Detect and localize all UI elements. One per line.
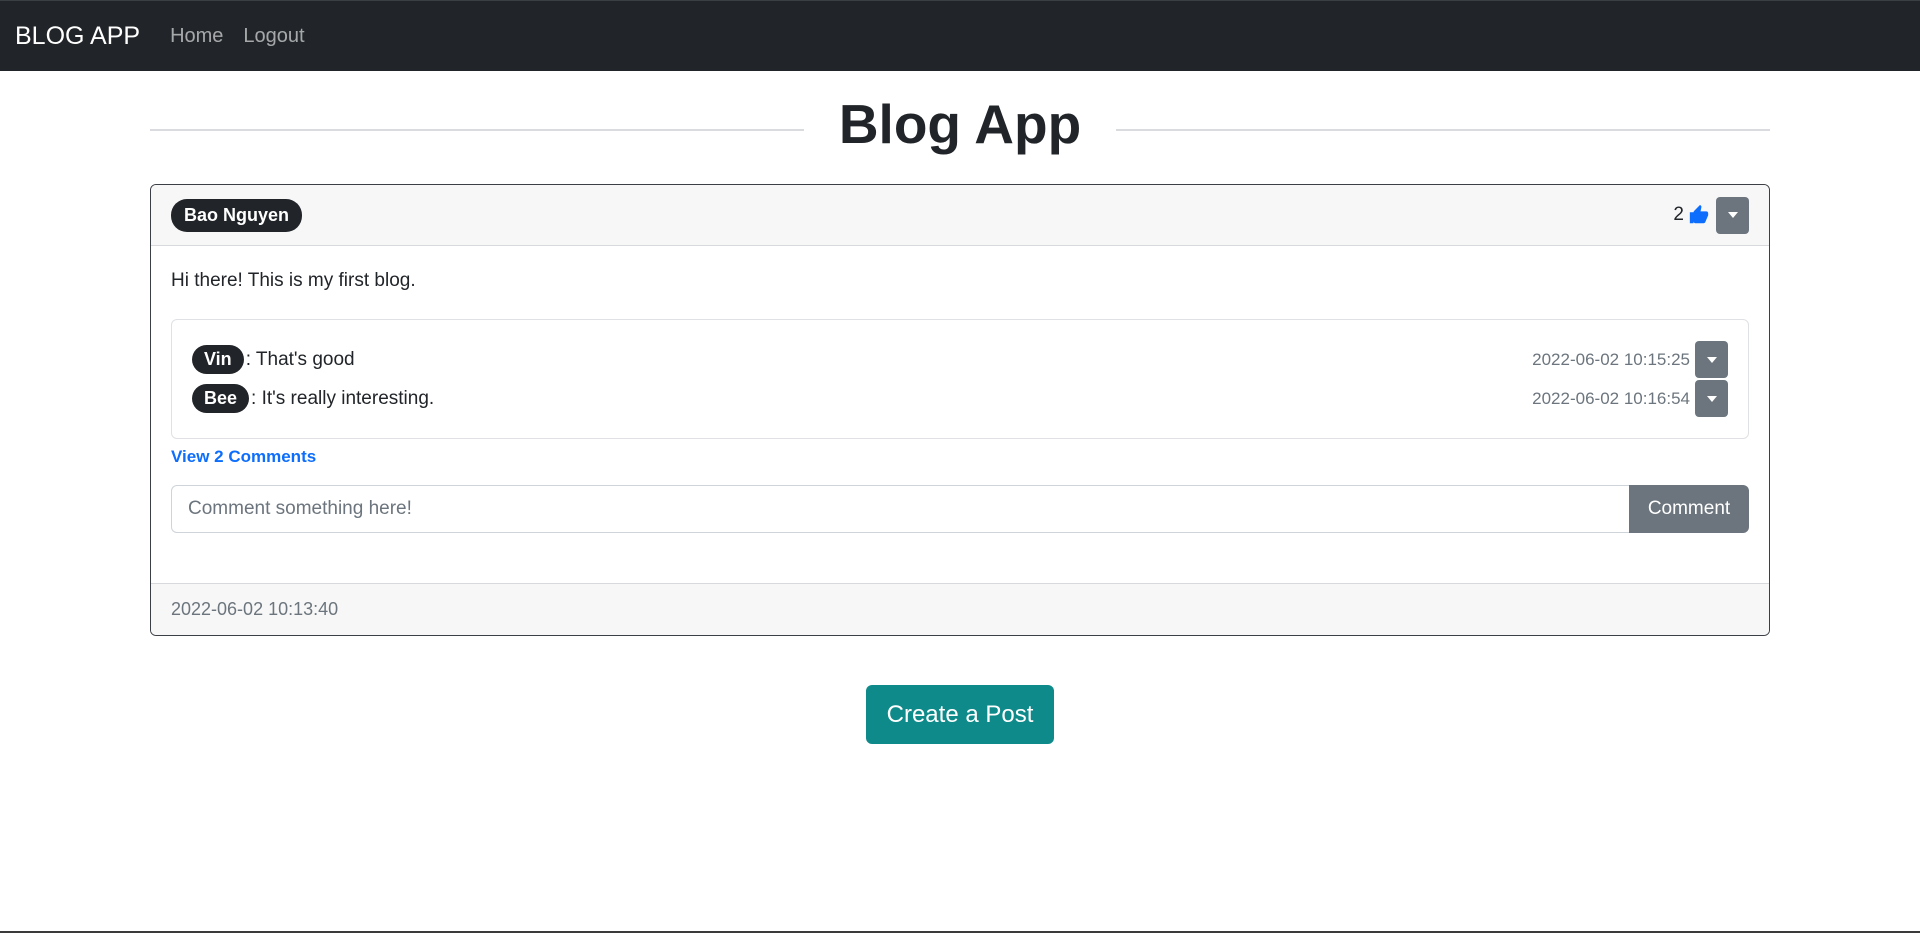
nav-logout-link[interactable]: Logout	[243, 25, 304, 48]
title-divider-left	[150, 129, 804, 131]
post-options-dropdown-button[interactable]	[1716, 196, 1749, 234]
comment-options-dropdown-button[interactable]	[1695, 380, 1728, 417]
caret-down-icon	[1727, 212, 1738, 218]
comment-options-dropdown-button[interactable]	[1695, 341, 1728, 378]
comment-author-badge: Vin	[192, 345, 244, 374]
create-post-button[interactable]: Create a Post	[866, 685, 1054, 744]
comments-list: Vin : That's good 2022-06-02 10:15:25 Be…	[171, 319, 1749, 439]
like-count: 2	[1673, 204, 1684, 225]
comment-input[interactable]	[171, 485, 1629, 533]
brand-logo[interactable]: BLOG APP	[15, 22, 140, 51]
comment-author-badge: Bee	[192, 384, 250, 413]
comment-timestamp: 2022-06-02 10:15:25	[1532, 349, 1690, 369]
comment-item: Vin : That's good 2022-06-02 10:15:25	[192, 340, 1728, 379]
thumbs-up-icon[interactable]	[1688, 204, 1710, 226]
post-timestamp: 2022-06-02 10:13:40	[171, 599, 339, 619]
view-comments-link[interactable]: View 2 Comments	[171, 447, 316, 467]
comment-item: Bee : It's really interesting. 2022-06-0…	[192, 379, 1728, 418]
title-divider-right	[1116, 129, 1770, 131]
post-header: Bao Nguyen 2	[151, 185, 1769, 246]
comment-form: Comment	[171, 485, 1749, 533]
comment-submit-button[interactable]: Comment	[1629, 485, 1749, 533]
caret-down-icon	[1706, 356, 1717, 363]
comment-text: : It's really interesting.	[251, 387, 435, 409]
page-header: Blog App	[150, 84, 1770, 164]
comment-text: : That's good	[245, 348, 355, 370]
post-footer: 2022-06-02 10:13:40	[151, 583, 1769, 635]
post-author-badge: Bao Nguyen	[171, 198, 303, 232]
post-body: Hi there! This is my first blog. Vin : T…	[151, 246, 1769, 576]
comment-timestamp: 2022-06-02 10:16:54	[1532, 388, 1690, 408]
page-title: Blog App	[838, 93, 1082, 155]
post-content: Hi there! This is my first blog.	[171, 270, 416, 291]
navbar: BLOG APP Home Logout	[0, 0, 1920, 71]
nav-home-link[interactable]: Home	[170, 25, 223, 48]
caret-down-icon	[1706, 395, 1717, 402]
post-card: Bao Nguyen 2 Hi there! This is my first …	[150, 184, 1770, 636]
post-actions: 2	[1673, 196, 1749, 234]
